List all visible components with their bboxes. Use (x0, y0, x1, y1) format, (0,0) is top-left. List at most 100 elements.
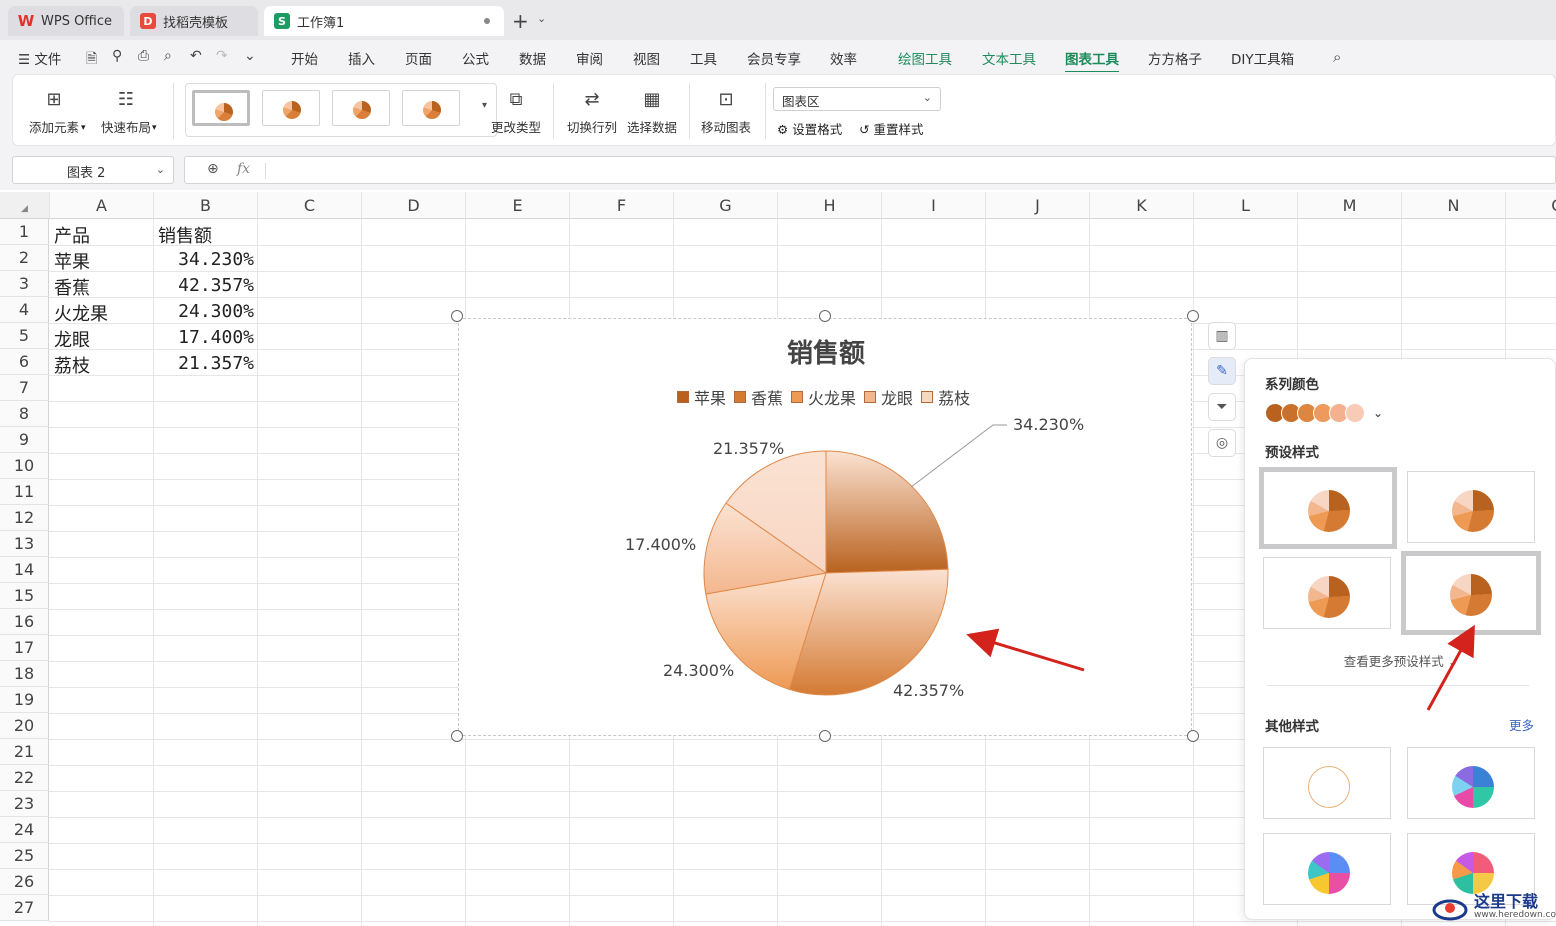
row-header[interactable]: 17 (0, 635, 49, 661)
menu-home[interactable]: 开始 (291, 48, 318, 68)
row-header[interactable]: 11 (0, 479, 49, 505)
more-presets-link[interactable]: 查看更多预设样式 ⌄ (1245, 651, 1556, 670)
preset-style-1[interactable] (1259, 467, 1397, 549)
chart-style-brush-icon[interactable]: ✎ (1208, 357, 1236, 385)
other-style-2[interactable] (1407, 747, 1535, 819)
resize-handle[interactable] (1187, 730, 1199, 742)
row-header[interactable]: 8 (0, 401, 49, 427)
column-header[interactable]: F (570, 192, 674, 219)
menu-text-tools[interactable]: 文本工具 (982, 48, 1036, 68)
row-header[interactable]: 16 (0, 609, 49, 635)
cell-b6[interactable]: 21.357% (158, 353, 254, 374)
chevron-down-icon[interactable]: ⌄ (537, 12, 546, 25)
row-header[interactable]: 20 (0, 713, 49, 739)
cell-a4[interactable]: 火龙果 (54, 300, 108, 326)
column-header[interactable]: E (466, 192, 570, 219)
row-header[interactable]: 5 (0, 323, 49, 349)
tab-template[interactable]: D 找稻壳模板 (130, 6, 258, 36)
cell-a6[interactable]: 荔枝 (54, 352, 90, 378)
cell-b3[interactable]: 42.357% (158, 275, 254, 296)
column-header[interactable]: D (362, 192, 466, 219)
resize-handle[interactable] (451, 310, 463, 322)
quick-layout-button[interactable]: ☷ 快速布局 (101, 87, 151, 136)
row-header[interactable]: 3 (0, 271, 49, 297)
chart-style-thumb-1[interactable] (192, 90, 250, 126)
undo-icon[interactable]: ↶ (190, 48, 202, 64)
column-header[interactable]: A (50, 192, 154, 219)
row-header[interactable]: 26 (0, 869, 49, 895)
cell-a5[interactable]: 龙眼 (54, 326, 90, 352)
zoom-icon[interactable]: ⊕ (207, 161, 219, 177)
pie-chart[interactable]: 销售额 苹果 香蕉 火龙果 龙眼 荔枝 34.230% 42.357% 24.3… (458, 318, 1192, 736)
series-color-picker[interactable]: ⌄ (1265, 403, 1383, 423)
formula-input[interactable]: ⊕ fx (184, 156, 1556, 184)
column-header[interactable]: G (674, 192, 778, 219)
add-element-button[interactable]: ⊞ 添加元素 (29, 87, 79, 136)
menu-efficiency[interactable]: 效率 (830, 48, 857, 68)
pie-slice[interactable] (825, 450, 949, 574)
menu-formula[interactable]: 公式 (462, 48, 489, 68)
data-label[interactable]: 24.300% (663, 661, 734, 680)
set-format-button[interactable]: ⚙ 设置格式 (777, 119, 842, 138)
row-header[interactable]: 4 (0, 297, 49, 323)
column-header[interactable]: C (258, 192, 362, 219)
menu-insert[interactable]: 插入 (348, 48, 375, 68)
resize-handle[interactable] (819, 310, 831, 322)
menu-page[interactable]: 页面 (405, 48, 432, 68)
chart-element-select[interactable]: 图表区 ⌄ (773, 87, 941, 111)
chart-style-thumb-4[interactable] (402, 90, 460, 126)
column-header[interactable]: O (1506, 192, 1556, 219)
print-icon[interactable]: ⎙ (138, 48, 149, 64)
select-all-corner[interactable]: ◢ (0, 192, 50, 219)
preset-style-4[interactable] (1401, 551, 1541, 635)
resize-handle[interactable] (1187, 310, 1199, 322)
move-chart-button[interactable]: ⊡ 移动图表 (701, 87, 751, 136)
menu-fangfang[interactable]: 方方格子 (1148, 48, 1202, 68)
switch-row-col-button[interactable]: ⇄ 切换行列 (567, 87, 617, 136)
column-header[interactable]: L (1194, 192, 1298, 219)
new-tab-icon[interactable]: + (512, 9, 529, 33)
name-box[interactable]: 图表 2 ⌄ (12, 156, 174, 184)
menu-member[interactable]: 会员专享 (747, 48, 801, 68)
row-header[interactable]: 15 (0, 583, 49, 609)
row-header[interactable]: 13 (0, 531, 49, 557)
cell-b5[interactable]: 17.400% (158, 327, 254, 348)
menu-review[interactable]: 审阅 (576, 48, 603, 68)
column-header[interactable]: M (1298, 192, 1402, 219)
chart-settings-icon[interactable]: ◎ (1208, 429, 1236, 457)
cell-b4[interactable]: 24.300% (158, 301, 254, 322)
row-header[interactable]: 25 (0, 843, 49, 869)
row-header[interactable]: 6 (0, 349, 49, 375)
data-label[interactable]: 42.357% (893, 681, 964, 700)
more-icon[interactable]: ⌄ (244, 48, 256, 64)
data-label[interactable]: 21.357% (713, 439, 784, 458)
row-header[interactable]: 22 (0, 765, 49, 791)
fx-icon[interactable]: fx (237, 161, 250, 177)
row-header[interactable]: 24 (0, 817, 49, 843)
row-header[interactable]: 27 (0, 895, 49, 921)
cell-a1[interactable]: 产品 (54, 222, 90, 248)
preset-style-2[interactable] (1407, 471, 1535, 543)
preset-style-3[interactable] (1263, 557, 1391, 629)
chart-filter-icon[interactable]: ⏷ (1208, 393, 1236, 421)
menu-data[interactable]: 数据 (519, 48, 546, 68)
change-type-button[interactable]: ⧉ 更改类型 (491, 87, 541, 136)
row-header[interactable]: 7 (0, 375, 49, 401)
tab-workbook[interactable]: S 工作簿1 (264, 6, 504, 36)
menu-view[interactable]: 视图 (633, 48, 660, 68)
cell-a3[interactable]: 香蕉 (54, 274, 90, 300)
row-header[interactable]: 1 (0, 219, 49, 245)
resize-handle[interactable] (451, 730, 463, 742)
print-preview-icon[interactable]: ⌕ (164, 48, 172, 64)
tab-wps-office[interactable]: W WPS Office (8, 6, 124, 36)
cell-a2[interactable]: 苹果 (54, 248, 90, 274)
column-header[interactable]: I (882, 192, 986, 219)
reset-style-button[interactable]: ↺ 重置样式 (859, 119, 923, 138)
cell-b2[interactable]: 34.230% (158, 249, 254, 270)
row-header[interactable]: 2 (0, 245, 49, 271)
row-header[interactable]: 9 (0, 427, 49, 453)
select-data-button[interactable]: ▦ 选择数据 (627, 87, 677, 136)
cell-b1[interactable]: 销售额 (158, 222, 212, 248)
chevron-down-icon[interactable]: ⌄ (1373, 406, 1383, 420)
row-header[interactable]: 18 (0, 661, 49, 687)
